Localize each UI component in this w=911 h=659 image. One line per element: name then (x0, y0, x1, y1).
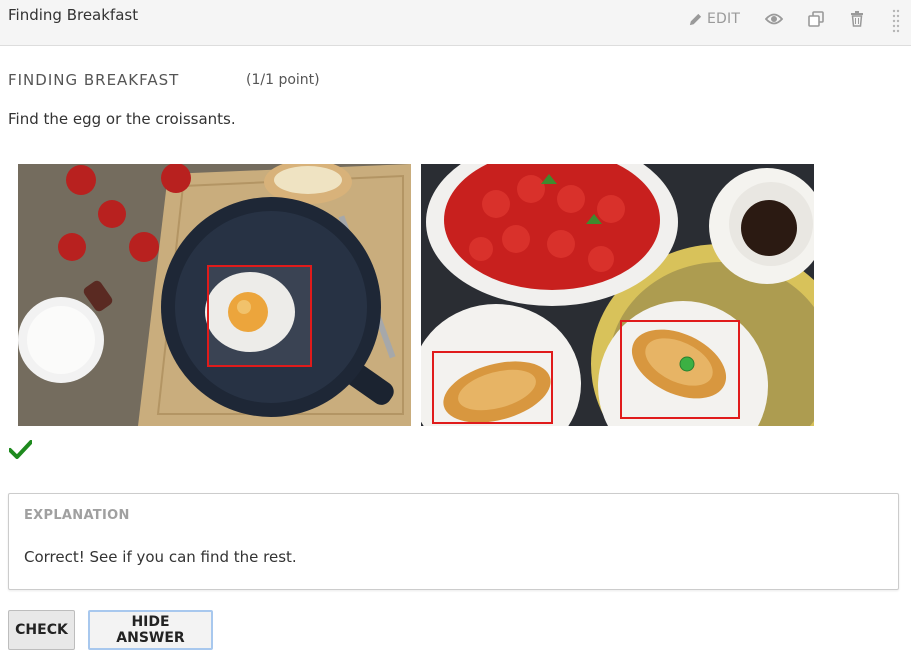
component-title: Finding Breakfast (8, 6, 139, 24)
drag-handle-icon[interactable] (892, 9, 900, 33)
duplicate-button[interactable] (808, 9, 824, 29)
problem-title: FINDING BREAKFAST (8, 71, 180, 89)
pencil-icon (688, 12, 703, 27)
points-label: (1/1 point) (246, 72, 320, 88)
checkmark-icon (8, 440, 33, 463)
delete-button[interactable] (850, 9, 864, 29)
check-button[interactable]: CHECK (8, 610, 75, 650)
hide-answer-button[interactable]: HIDE ANSWER (88, 610, 213, 650)
component-header: Finding Breakfast EDIT (0, 0, 911, 46)
breakfast-pan-image[interactable] (18, 164, 411, 426)
preview-button[interactable] (765, 9, 783, 29)
trash-icon (850, 11, 864, 27)
explanation-text: Correct! See if you can find the rest. (24, 548, 297, 566)
edit-label: EDIT (707, 11, 741, 27)
strawberries-croissants-image[interactable] (421, 164, 814, 426)
problem-prompt: Find the egg or the croissants. (8, 110, 236, 128)
edit-button[interactable]: EDIT (688, 9, 740, 29)
click-marker (679, 356, 695, 372)
answer-box-egg (207, 265, 312, 367)
explanation-panel: EXPLANATION Correct! See if you can find… (8, 493, 899, 590)
explanation-label: EXPLANATION (24, 508, 130, 523)
eye-icon (765, 12, 783, 26)
duplicate-icon (808, 11, 824, 27)
